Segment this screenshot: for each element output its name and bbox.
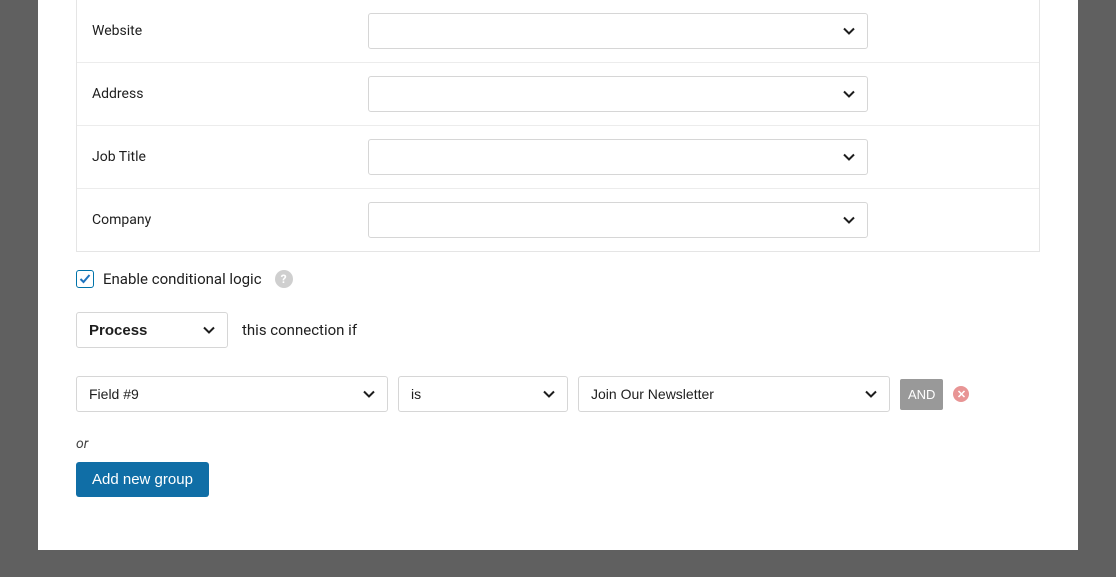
field-row-website: Website xyxy=(77,0,1039,63)
address-select[interactable] xyxy=(368,76,868,112)
rule-field-select[interactable] xyxy=(76,376,388,412)
process-select-wrap xyxy=(76,312,228,348)
add-new-group-button[interactable]: Add new group xyxy=(76,462,209,497)
page-container: Website Address Job Title xyxy=(38,0,1078,550)
field-label: Address xyxy=(92,86,368,102)
select-wrap xyxy=(368,139,868,175)
connection-if-text: this connection if xyxy=(242,321,357,339)
enable-conditional-checkbox[interactable] xyxy=(76,270,94,288)
field-label: Website xyxy=(92,23,368,39)
or-label: or xyxy=(76,436,1040,452)
job-title-select[interactable] xyxy=(368,139,868,175)
rule-row: AND ✕ xyxy=(76,376,1040,412)
field-row-company: Company xyxy=(77,189,1039,251)
conditional-logic-section: Enable conditional logic ? this connecti… xyxy=(76,252,1040,497)
rule-value-select[interactable] xyxy=(578,376,890,412)
field-mapping-panel: Website Address Job Title xyxy=(76,0,1040,252)
select-wrap xyxy=(368,202,868,238)
close-icon: ✕ xyxy=(957,388,966,401)
rule-field-wrap xyxy=(76,376,388,412)
enable-conditional-row: Enable conditional logic ? xyxy=(76,270,1040,288)
remove-rule-button[interactable]: ✕ xyxy=(953,386,969,402)
field-row-job-title: Job Title xyxy=(77,126,1039,189)
field-row-address: Address xyxy=(77,63,1039,126)
company-select[interactable] xyxy=(368,202,868,238)
enable-conditional-label: Enable conditional logic xyxy=(103,270,262,288)
select-wrap xyxy=(368,76,868,112)
rule-operator-select[interactable] xyxy=(398,376,568,412)
field-label: Job Title xyxy=(92,149,368,165)
process-row: this connection if xyxy=(76,312,1040,348)
rule-operator-wrap xyxy=(398,376,568,412)
and-button[interactable]: AND xyxy=(900,379,943,410)
field-label: Company xyxy=(92,212,368,228)
process-select[interactable] xyxy=(76,312,228,348)
website-select[interactable] xyxy=(368,13,868,49)
rule-value-wrap xyxy=(578,376,890,412)
checkmark-icon xyxy=(79,270,91,289)
help-icon[interactable]: ? xyxy=(275,270,293,288)
select-wrap xyxy=(368,13,868,49)
